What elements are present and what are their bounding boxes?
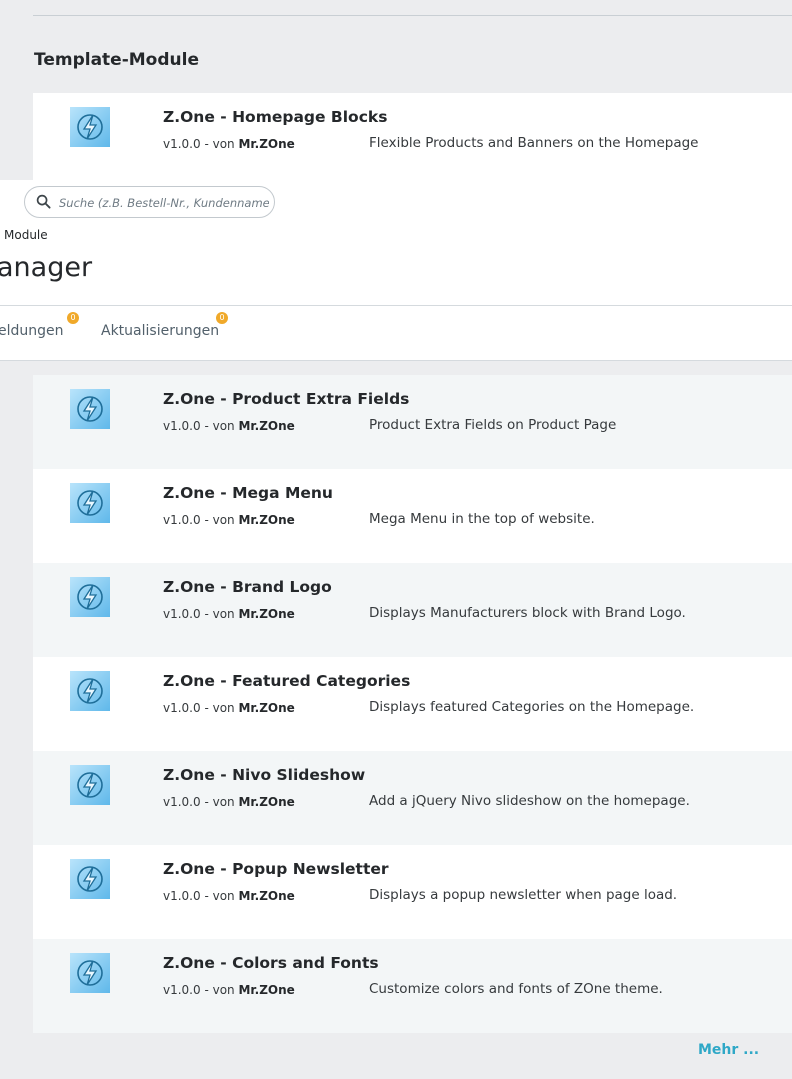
module-description: Displays Manufacturers block with Brand … — [369, 605, 686, 621]
module-version: v1.0.0 - von — [163, 701, 235, 715]
module-description: Flexible Products and Banners on the Hom… — [369, 135, 699, 151]
module-description: Mega Menu in the top of website. — [369, 511, 595, 527]
module-meta: v1.0.0 - von Mr.ZOne — [163, 607, 295, 621]
module-row[interactable]: Z.One - Mega Menu v1.0.0 - von Mr.ZOne M… — [33, 469, 792, 563]
more-link[interactable]: Mehr ... — [698, 1042, 759, 1058]
module-row[interactable]: Z.One - Featured Categories v1.0.0 - von… — [33, 657, 792, 751]
module-name[interactable]: Z.One - Featured Categories — [163, 672, 410, 690]
module-author: Mr.ZOne — [238, 607, 295, 621]
module-lightning-icon — [70, 483, 110, 523]
module-lightning-icon — [70, 107, 110, 147]
module-row[interactable]: Z.One - Product Extra Fields v1.0.0 - vo… — [33, 375, 792, 469]
module-description: Customize colors and fonts of ZOne theme… — [369, 981, 663, 997]
module-meta: v1.0.0 - von Mr.ZOne — [163, 419, 295, 433]
module-meta: v1.0.0 - von Mr.ZOne — [163, 889, 295, 903]
module-lightning-icon — [70, 389, 110, 429]
module-version: v1.0.0 - von — [163, 137, 235, 151]
search-input[interactable] — [57, 190, 271, 216]
module-meta: v1.0.0 - von Mr.ZOne — [163, 137, 295, 151]
top-divider — [33, 15, 792, 16]
tab-badge: 0 — [67, 312, 79, 324]
tab-label: Aktualisierungen — [101, 323, 220, 339]
module-description: Displays a popup newsletter when page lo… — [369, 887, 678, 903]
module-name[interactable]: Z.One - Nivo Slideshow — [163, 766, 365, 784]
module-row[interactable]: Z.One - Colors and Fonts v1.0.0 - von Mr… — [33, 939, 792, 1033]
module-version: v1.0.0 - von — [163, 607, 235, 621]
module-row[interactable]: Z.One - Nivo Slideshow v1.0.0 - von Mr.Z… — [33, 751, 792, 845]
module-row[interactable]: Z.One - Popup Newsletter v1.0.0 - von Mr… — [33, 845, 792, 939]
module-version: v1.0.0 - von — [163, 419, 235, 433]
section-title: Template-Module — [34, 50, 199, 70]
module-row[interactable]: Z.One - Homepage Blocks v1.0.0 - von Mr.… — [33, 93, 792, 187]
module-author: Mr.ZOne — [238, 701, 295, 715]
tab-badge: 0 — [216, 312, 228, 324]
module-name[interactable]: Z.One - Mega Menu — [163, 484, 333, 502]
module-version: v1.0.0 - von — [163, 983, 235, 997]
module-author: Mr.ZOne — [238, 419, 295, 433]
module-name[interactable]: Z.One - Brand Logo — [163, 578, 332, 596]
tab-meldungen[interactable]: eldungen — [0, 323, 64, 339]
module-lightning-icon — [70, 953, 110, 993]
page-title: anager — [0, 252, 93, 283]
sticky-header: Module anager eldungen 0 Aktualisierunge… — [0, 180, 792, 361]
module-meta: v1.0.0 - von Mr.ZOne — [163, 701, 295, 715]
module-author: Mr.ZOne — [238, 889, 295, 903]
module-lightning-icon — [70, 765, 110, 805]
search-icon — [36, 194, 51, 209]
tabs-divider — [0, 305, 792, 306]
module-description: Displays featured Categories on the Home… — [369, 699, 695, 715]
tab-label: eldungen — [0, 323, 64, 339]
module-author: Mr.ZOne — [238, 137, 295, 151]
module-version: v1.0.0 - von — [163, 889, 235, 903]
module-meta: v1.0.0 - von Mr.ZOne — [163, 513, 295, 527]
module-meta: v1.0.0 - von Mr.ZOne — [163, 983, 295, 997]
module-name[interactable]: Z.One - Homepage Blocks — [163, 108, 387, 126]
module-author: Mr.ZOne — [238, 513, 295, 527]
module-meta: v1.0.0 - von Mr.ZOne — [163, 795, 295, 809]
module-lightning-icon — [70, 577, 110, 617]
module-author: Mr.ZOne — [238, 795, 295, 809]
module-version: v1.0.0 - von — [163, 795, 235, 809]
module-lightning-icon — [70, 859, 110, 899]
module-author: Mr.ZOne — [238, 983, 295, 997]
search-box[interactable] — [24, 186, 275, 218]
tab-aktualisierungen[interactable]: Aktualisierungen — [101, 323, 219, 339]
module-lightning-icon — [70, 671, 110, 711]
module-name[interactable]: Z.One - Popup Newsletter — [163, 860, 389, 878]
breadcrumb[interactable]: Module — [4, 228, 48, 242]
module-description: Product Extra Fields on Product Page — [369, 417, 617, 433]
module-name[interactable]: Z.One - Product Extra Fields — [163, 390, 409, 408]
module-version: v1.0.0 - von — [163, 513, 235, 527]
module-description: Add a jQuery Nivo slideshow on the homep… — [369, 793, 690, 809]
module-row[interactable]: Z.One - Brand Logo v1.0.0 - von Mr.ZOne … — [33, 563, 792, 657]
module-name[interactable]: Z.One - Colors and Fonts — [163, 954, 379, 972]
